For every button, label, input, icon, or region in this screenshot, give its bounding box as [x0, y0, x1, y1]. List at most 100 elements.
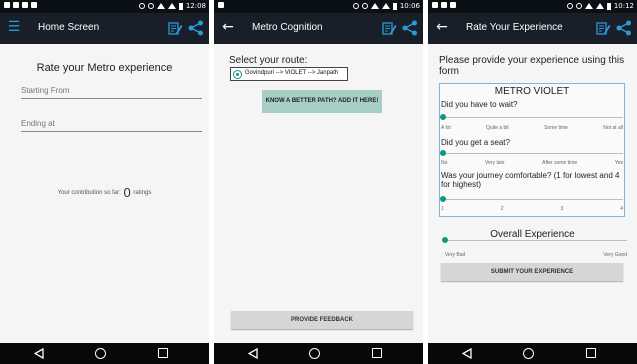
battery-icon	[178, 2, 183, 10]
nav-back-icon[interactable]	[248, 348, 258, 359]
alarm-icon	[575, 3, 582, 9]
nav-recents-icon[interactable]	[372, 348, 382, 358]
app-bar: ☰ Home Screen	[0, 13, 209, 44]
nav-home-icon[interactable]	[309, 348, 320, 359]
notification-icon	[441, 2, 447, 8]
notification-icon	[218, 2, 224, 8]
select-route-label: Select your route:	[229, 55, 308, 66]
notification-icon	[4, 2, 10, 8]
share-icon[interactable]	[188, 20, 204, 36]
nav-recents-icon[interactable]	[158, 348, 168, 358]
nav-back-icon[interactable]	[34, 348, 44, 359]
ending-at-field[interactable]: Ending at	[21, 119, 202, 132]
home-screen: 12:08 ☰ Home Screen Rate your Metro expe…	[0, 0, 209, 364]
app-bar: ← Metro Cognition	[214, 13, 423, 44]
vibrate-icon	[138, 3, 145, 9]
edit-icon[interactable]	[167, 20, 183, 36]
seat-slider-thumb[interactable]	[440, 150, 446, 156]
back-arrow-icon[interactable]: ←	[221, 20, 235, 35]
status-bar: 10:12	[428, 0, 637, 13]
contribution-suffix: ratings	[133, 190, 152, 197]
alarm-icon	[147, 3, 154, 9]
slider-label: Some time	[544, 125, 568, 131]
contribution-prefix: Your contribution so far:	[57, 190, 121, 197]
form-title: METRO VIOLET	[494, 86, 570, 97]
share-icon[interactable]	[402, 20, 418, 36]
nav-recents-icon[interactable]	[586, 348, 596, 358]
slider-label: A lot	[441, 125, 451, 131]
wait-slider-thumb[interactable]	[440, 114, 446, 120]
vibrate-icon	[352, 3, 359, 9]
slider-label: Very late	[485, 160, 505, 166]
wifi-icon	[370, 3, 379, 9]
overall-low-label: Very Bad	[445, 252, 466, 258]
slider-label: 3	[560, 206, 564, 212]
system-icons: 12:08	[138, 2, 206, 10]
notification-icons	[218, 2, 224, 8]
contribution-summary: Your contribution so far: 0 ratings	[0, 185, 209, 200]
battery-icon	[606, 2, 611, 10]
share-icon[interactable]	[616, 20, 632, 36]
battery-icon	[392, 2, 397, 10]
question-wait: Did you have to wait?	[441, 100, 518, 109]
status-time: 10:12	[613, 2, 634, 10]
route-option[interactable]: Govindpuri --> VIOLET --> Janpath	[230, 67, 348, 81]
signal-icon	[167, 3, 176, 9]
slider-label: No	[441, 160, 448, 166]
nav-home-icon[interactable]	[523, 348, 534, 359]
status-bar: 10:06	[214, 0, 423, 13]
provide-feedback-button[interactable]: PROVIDE FEEDBACK	[231, 311, 413, 329]
slider-label: Quite a bit	[486, 125, 509, 131]
overall-experience-slider[interactable]	[445, 240, 627, 241]
comfort-slider-thumb[interactable]	[440, 196, 446, 202]
system-icons: 10:06	[352, 2, 420, 10]
wifi-icon	[584, 3, 593, 9]
wait-slider[interactable]	[443, 117, 623, 118]
comfort-slider[interactable]	[443, 199, 623, 200]
status-bar: 12:08	[0, 0, 209, 13]
overall-experience-label: Overall Experience	[490, 229, 575, 240]
notification-icon	[31, 2, 37, 8]
app-bar-title: Home Screen	[38, 22, 100, 33]
rating-screen: 10:12 ← Rate Your Experience Please prov…	[428, 0, 637, 364]
status-time: 10:06	[399, 2, 420, 10]
signal-icon	[595, 3, 604, 9]
better-path-button[interactable]: KNOW A BETTER PATH? ADD IT HERE!	[262, 90, 382, 113]
signal-icon	[381, 3, 390, 9]
form-intro-text: Please provide your experience using thi…	[439, 55, 625, 77]
app-bar-title: Rate Your Experience	[466, 22, 563, 33]
route-option-label: Govindpuri --> VIOLET --> Janpath	[245, 70, 339, 76]
edit-icon[interactable]	[595, 20, 611, 36]
menu-icon[interactable]: ☰	[7, 20, 21, 35]
nav-home-icon[interactable]	[95, 348, 106, 359]
slider-label: 1	[441, 206, 444, 212]
notification-icon	[432, 2, 438, 8]
rating-form: METRO VIOLET Did you have to wait? A lot…	[439, 83, 625, 217]
wait-slider-labels: A lot Quite a bit Some time Not at all	[441, 125, 623, 131]
starting-from-field[interactable]: Starting From	[21, 86, 202, 99]
comfort-slider-labels: 1 2 3 4	[441, 206, 623, 212]
radio-button-selected[interactable]	[233, 70, 242, 79]
slider-label: 4	[620, 206, 623, 212]
seat-slider[interactable]	[443, 153, 623, 154]
vibrate-icon	[566, 3, 573, 9]
notification-icons	[4, 2, 37, 8]
question-seat: Did you get a seat?	[441, 138, 510, 147]
overall-experience-thumb[interactable]	[442, 237, 448, 243]
slider-label: Not at all	[603, 125, 623, 131]
route-selection-screen: 10:06 ← Metro Cognition Select your rout…	[214, 0, 423, 364]
question-comfort: Was your journey comfortable? (1 for low…	[441, 171, 620, 189]
notification-icon	[450, 2, 456, 8]
back-arrow-icon[interactable]: ←	[435, 20, 449, 35]
notification-icon	[13, 2, 19, 8]
slider-label: After some time	[542, 160, 578, 166]
notification-icon	[22, 2, 28, 8]
slider-label: 2	[500, 206, 504, 212]
contribution-count: 0	[123, 185, 131, 200]
notification-icons	[432, 2, 456, 8]
nav-back-icon[interactable]	[462, 348, 472, 359]
edit-icon[interactable]	[381, 20, 397, 36]
submit-experience-button[interactable]: SUBMIT YOUR EXPERIENCE	[441, 263, 623, 281]
app-bar: ← Rate Your Experience	[428, 13, 637, 44]
slider-label: Yes	[614, 160, 623, 166]
